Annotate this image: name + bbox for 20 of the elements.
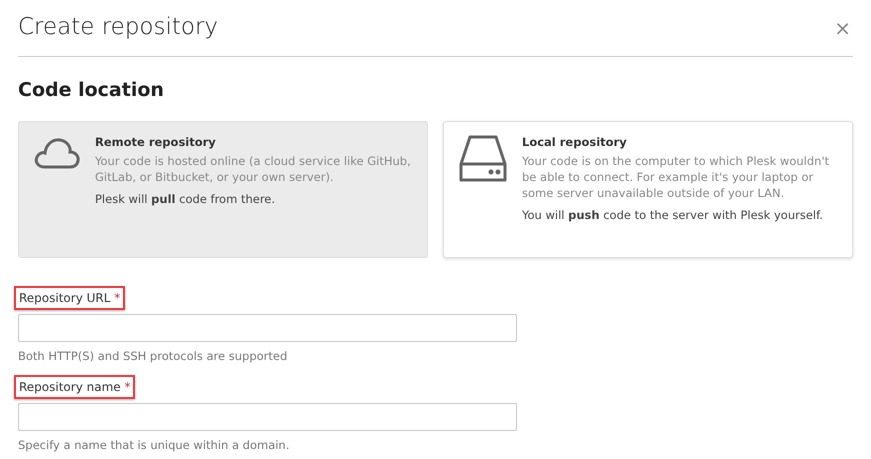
option-note: You will push code to the server with Plesk yourself.: [522, 207, 824, 224]
input-field[interactable]: [18, 403, 517, 432]
field-label: Repository URL *: [14, 286, 126, 310]
field-label: Repository name *: [14, 375, 136, 400]
input-field[interactable]: [18, 314, 517, 342]
close-button[interactable]: ×: [832, 18, 853, 38]
option-title: Local repository: [522, 134, 628, 151]
option-title: Remote repository: [95, 134, 217, 151]
option-note: Plesk will pull code from there.: [95, 191, 276, 208]
required-mark: *: [114, 290, 120, 305]
repository-option-card[interactable]: [443, 120, 853, 258]
option-description: Your code is hosted online (a cloud service like GitHub, GitLab, or Bitbucket, or your own server).: [95, 153, 412, 186]
required-mark: *: [124, 380, 130, 394]
repository-option-card[interactable]: Remote repository Your code is hosted online (a cloud service like GitHub, GitLab, or Bitbucket, or your own server). Plesk will pull code from there.: [18, 120, 428, 258]
dialog-title: Create repository: [18, 14, 218, 42]
field-help: Specify a name that is unique within a domain.: [18, 437, 290, 454]
section-title: Code location: [18, 79, 165, 102]
hard-drive-icon: [458, 134, 508, 184]
field-help: Both HTTP(S) and SSH protocols are supported: [18, 348, 288, 365]
option-description: Your code is on the computer to which Plesk wouldn't be able to connect. For example it's your laptop or some server unavailable outside of your LAN.: [522, 153, 830, 202]
